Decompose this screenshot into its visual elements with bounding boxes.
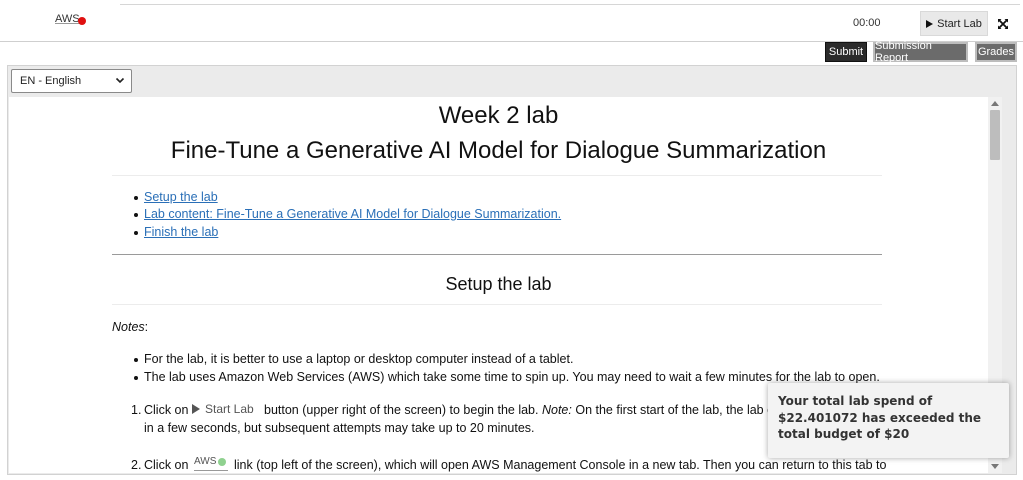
chevron-down-icon xyxy=(115,77,125,84)
step1-prefix: Click on xyxy=(144,403,189,417)
divider xyxy=(112,175,882,176)
language-select[interactable]: EN - English xyxy=(11,69,132,93)
start-lab-label: Start Lab xyxy=(937,17,982,30)
week-title: Week 2 lab xyxy=(438,102,559,129)
step-number: 2. xyxy=(131,458,142,472)
lab-timer: 00:00 xyxy=(853,17,881,29)
scroll-up-arrow-icon[interactable] xyxy=(991,101,999,106)
inline-start-lab-button-image: Start Lab xyxy=(192,402,254,416)
aws-status-dot xyxy=(218,458,226,466)
divider xyxy=(112,304,882,305)
toc-link-finish[interactable]: Finish the lab xyxy=(144,225,218,239)
step2-text: link (top left of the screen), which wil… xyxy=(234,458,887,472)
section-heading-setup: Setup the lab xyxy=(445,274,552,294)
scroll-down-arrow-icon[interactable] xyxy=(991,464,999,469)
expand-arrows-icon[interactable] xyxy=(997,18,1009,30)
play-icon xyxy=(192,404,200,414)
step-number: 1. xyxy=(131,403,142,417)
lab-title: Fine-Tune a Generative AI Model for Dial… xyxy=(170,137,827,164)
scrollbar-thumb[interactable] xyxy=(990,110,1000,160)
toc-bullet xyxy=(134,196,138,200)
aws-console-link[interactable]: AWS xyxy=(55,13,80,25)
submit-button[interactable]: Submit xyxy=(825,42,867,62)
step1-text-line2: in a few seconds, but subsequent attempt… xyxy=(144,421,535,435)
inline-aws-link-image: AWS xyxy=(194,456,228,471)
toast-line: total budget of $20 xyxy=(778,427,910,441)
section-divider xyxy=(112,254,882,255)
submission-report-button[interactable]: Submission Report xyxy=(873,40,968,64)
toast-line: Your total lab spend of xyxy=(778,394,933,408)
budget-exceeded-toast: Your total lab spend of $22.401072 has e… xyxy=(768,383,1009,458)
notes-label: Notes: xyxy=(112,320,149,334)
step2-prefix: Click on xyxy=(144,458,189,472)
toc-bullet xyxy=(134,231,138,235)
note-item: For the lab, it is better to use a lapto… xyxy=(144,352,574,366)
toc-link-setup[interactable]: Setup the lab xyxy=(144,190,218,204)
toc-bullet xyxy=(134,213,138,217)
list-bullet xyxy=(134,358,138,362)
toc-link-lab-content[interactable]: Lab content: Fine-Tune a Generative AI M… xyxy=(144,207,561,221)
list-bullet xyxy=(134,376,138,380)
toast-line: $22.401072 has exceeded the xyxy=(778,410,982,425)
play-icon xyxy=(926,19,934,28)
language-select-value: EN - English xyxy=(20,75,82,87)
step1-text: button (upper right of the screen) to be… xyxy=(264,403,788,417)
aws-status-indicator xyxy=(78,17,86,25)
note-item: The lab uses Amazon Web Services (AWS) w… xyxy=(144,370,880,384)
start-lab-button[interactable]: Start Lab xyxy=(920,11,988,36)
grades-button[interactable]: Grades xyxy=(975,42,1017,62)
